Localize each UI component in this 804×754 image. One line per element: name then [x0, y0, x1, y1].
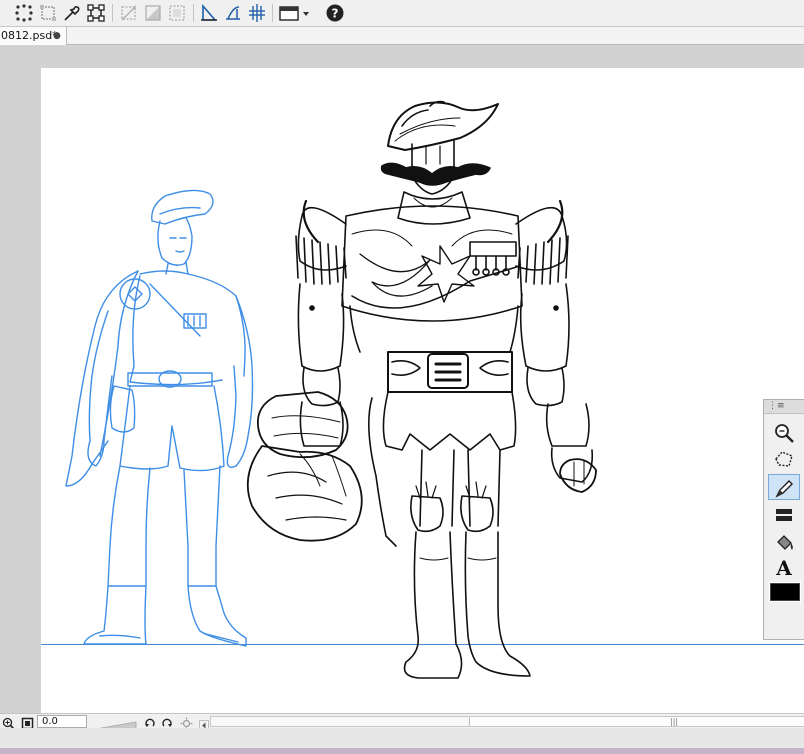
toolbar-separator — [272, 4, 273, 22]
horizontal-scrollbar[interactable]: ||| — [210, 716, 804, 727]
view-options-icon[interactable] — [278, 3, 312, 23]
zoom-slider[interactable] — [89, 716, 137, 731]
text-tool-icon[interactable]: A — [768, 556, 800, 582]
canvas-area[interactable]: ⋮≡ A — [0, 46, 804, 713]
ruler-icon[interactable] — [199, 3, 219, 23]
fill-bucket-tool-icon[interactable] — [768, 530, 800, 556]
layer-tool-icon[interactable] — [768, 502, 800, 528]
fill-icon[interactable] — [143, 3, 163, 23]
blue-sketch-figure — [65, 189, 254, 647]
crop-icon[interactable] — [38, 3, 58, 23]
zoom-tool-icon[interactable] — [768, 420, 800, 446]
main-toolbar: ? — [0, 0, 804, 27]
document-tab-label: 0812.psd* — [1, 29, 58, 42]
status-bar: 0.0 ||| — [0, 713, 804, 731]
artwork — [65, 100, 597, 679]
free-transform-icon[interactable] — [86, 3, 106, 23]
scrollbar-thumb[interactable]: ||| — [469, 717, 804, 726]
taskbar-edge — [0, 748, 804, 754]
toolbar-separator — [112, 4, 113, 22]
deselect-icon[interactable] — [119, 3, 139, 23]
close-tab-icon[interactable]: ● — [53, 27, 61, 45]
select-all-icon[interactable] — [167, 3, 187, 23]
text-tool-glyph: A — [776, 556, 792, 580]
toolbox-palette: ⋮≡ A — [763, 399, 804, 640]
toolbox-grip[interactable]: ⋮≡ — [764, 400, 804, 414]
app-window: ? 0812.psd* ● ⋮≡ A 0.0 ||| — [0, 0, 804, 754]
eyedropper-icon[interactable] — [62, 3, 82, 23]
inked-knight-figure — [246, 100, 597, 679]
document-tab-bar: 0812.psd* ● — [0, 27, 804, 45]
transform-points-icon[interactable] — [14, 3, 34, 23]
toolbar-separator — [193, 4, 194, 22]
help-icon[interactable]: ? — [325, 3, 345, 23]
zoom-value-field[interactable]: 0.0 — [37, 715, 87, 728]
symmetry-ruler-icon[interactable] — [247, 3, 267, 23]
document-tab[interactable]: 0812.psd* ● — [0, 27, 67, 45]
scrollbar-grip: ||| — [670, 717, 679, 726]
svg-text:?: ? — [332, 7, 339, 21]
pen-tool-icon[interactable] — [768, 474, 800, 500]
current-color-swatch[interactable] — [769, 582, 801, 602]
lasso-tool-icon[interactable] — [768, 446, 800, 472]
perspective-ruler-icon[interactable] — [223, 3, 243, 23]
